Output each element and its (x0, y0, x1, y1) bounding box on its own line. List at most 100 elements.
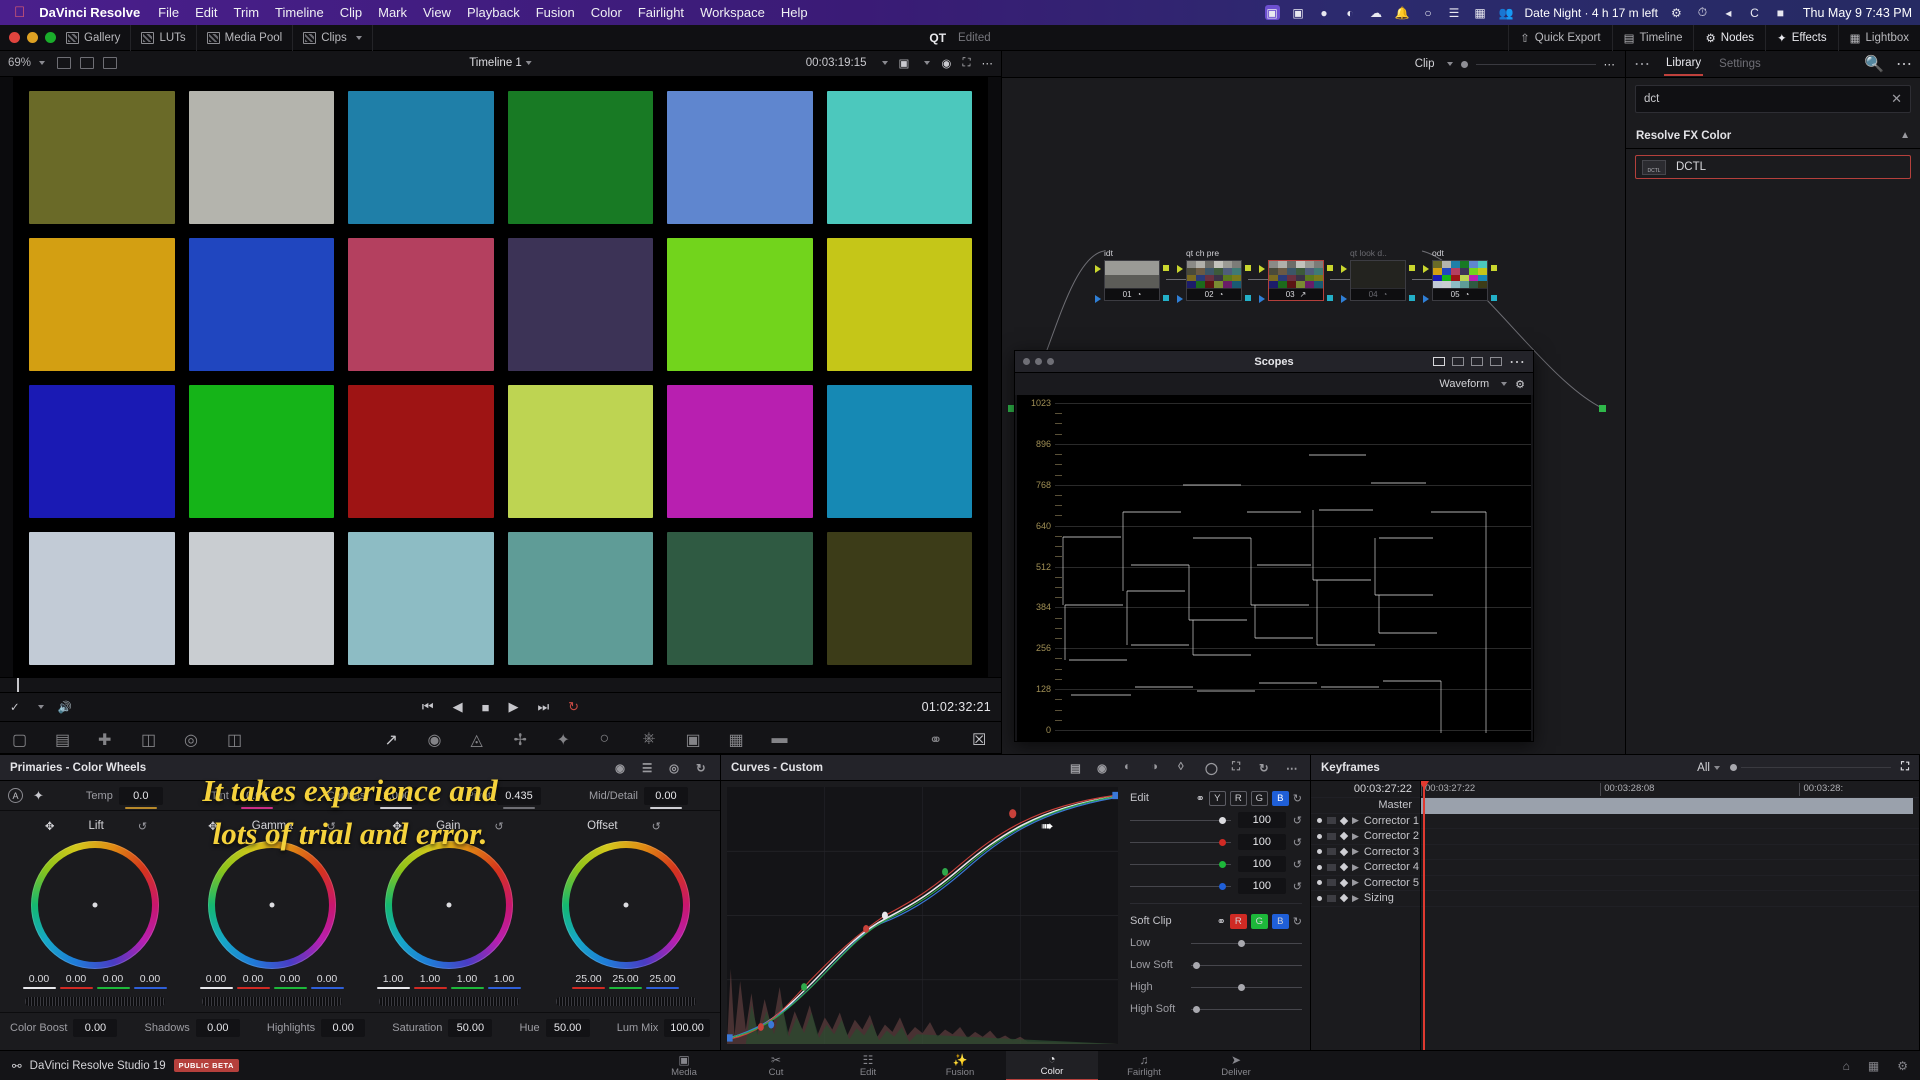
page-cut[interactable]: ✂Cut (730, 1051, 822, 1080)
list-icon[interactable]: ☰ (1447, 5, 1462, 20)
qualifier-palette-icon[interactable]: ◉ (428, 730, 445, 745)
audio-icon[interactable]: 🔊 (58, 700, 72, 714)
media-pool-button[interactable]: Media Pool (197, 25, 294, 51)
primaries-field-pivot[interactable]: Pivot0.435 (466, 787, 540, 805)
slider-track[interactable] (1191, 987, 1302, 988)
reset-wheel-icon[interactable]: ↺ (652, 820, 661, 833)
reset-slider-icon[interactable]: ↺ (1293, 814, 1302, 827)
stop-button[interactable]: ■ (482, 700, 490, 715)
curves-palette-icon[interactable]: ↗ (385, 730, 402, 745)
primaries-field-lum-mix[interactable]: Lum Mix100.00 (617, 1019, 710, 1037)
primaries-field-saturation[interactable]: Saturation50.00 (392, 1019, 492, 1037)
wheel-ring[interactable] (208, 841, 336, 969)
window-palette-icon[interactable]: ◬ (471, 730, 488, 745)
more-options-icon[interactable]: ⋯ (1286, 761, 1300, 775)
keyframe-lane[interactable] (1421, 860, 1919, 876)
node-01[interactable]: idt01◔ (1104, 248, 1160, 301)
slider-track[interactable] (1191, 965, 1302, 966)
wheel-ring[interactable] (562, 841, 690, 969)
time-machine-icon[interactable]: ⏱ (1695, 5, 1710, 20)
scope-settings-icon[interactable]: ⚙ (1515, 378, 1525, 391)
control-center-icon[interactable]: C (1747, 5, 1762, 20)
gallery-button[interactable]: Gallery (56, 25, 131, 51)
curve-slider-g[interactable]: 100↺ (1130, 853, 1302, 875)
soft-clip-high[interactable]: High (1130, 976, 1302, 998)
soft-clip-low[interactable]: Low (1130, 932, 1302, 954)
reset-soft-clip-icon[interactable]: ↻ (1293, 915, 1302, 928)
reset-wheel-icon[interactable]: ↺ (138, 820, 147, 833)
master-wheel-slider[interactable] (25, 997, 165, 1006)
effects-toggle-button[interactable]: ✦Effects (1765, 25, 1838, 51)
node-input-rgb[interactable] (1177, 265, 1183, 273)
menu-item-playback[interactable]: Playback (467, 5, 520, 20)
lum-vs-sat-icon[interactable]: ◊ (1178, 761, 1192, 775)
picker-wand-icon[interactable]: ✦ (33, 788, 44, 804)
field-value[interactable]: 50.00 (448, 1019, 492, 1037)
menu-item-timeline[interactable]: Timeline (275, 5, 324, 20)
wheel-value[interactable]: 0.00 (23, 973, 56, 989)
reset-wheel-icon[interactable]: ↺ (494, 820, 503, 833)
stabilizer-icon[interactable]: ▦ (729, 730, 746, 745)
slider-value[interactable]: 100 (1238, 856, 1286, 872)
timeline-mode-icon[interactable]: ▤ (55, 730, 72, 745)
clip-scope-label[interactable]: Clip (1415, 58, 1435, 70)
sizing-palette-icon[interactable]: ▣ (686, 730, 703, 745)
reset-slider-icon[interactable]: ↺ (1293, 880, 1302, 893)
chevron-right-icon[interactable]: ▶ (1352, 893, 1359, 904)
add-keyframe-icon[interactable] (1340, 817, 1348, 825)
log-wheels-mode-icon[interactable]: ◎ (669, 761, 683, 775)
soft-clip-high-soft[interactable]: High Soft (1130, 998, 1302, 1020)
record-icon[interactable]: ● (1317, 5, 1332, 20)
clip-mode-icon[interactable]: ▢ (12, 730, 29, 745)
data-burn-icon[interactable]: ▬ (772, 730, 789, 745)
node-input-rgb[interactable] (1341, 265, 1347, 273)
scopes-layout-4-icon[interactable] (1471, 357, 1483, 366)
notification-bell-icon[interactable]: 🔔 (1395, 5, 1410, 20)
channel-y-button[interactable]: Y (1209, 791, 1226, 806)
menu-item-fairlight[interactable]: Fairlight (638, 5, 684, 20)
contrast-icon[interactable]: ◐ (1343, 5, 1358, 20)
menu-item-edit[interactable]: Edit (195, 5, 217, 20)
keyframe-track-row[interactable]: ▶Corrector 1 (1311, 814, 1420, 830)
node-body[interactable]: 01◔ (1104, 260, 1160, 301)
add-keyframe-icon[interactable] (1340, 848, 1348, 856)
slider-track[interactable] (1191, 1009, 1302, 1010)
track-enable-dot[interactable] (1317, 849, 1322, 854)
nodes-toggle-button[interactable]: ⚙Nodes (1693, 25, 1765, 51)
color-wheel-gamma[interactable] (183, 841, 360, 969)
field-value[interactable]: 0.435 (497, 787, 541, 805)
field-value[interactable]: 50.00 (546, 1019, 590, 1037)
slider-track[interactable] (1130, 864, 1231, 865)
viewer-canvas[interactable] (0, 77, 1001, 677)
keyframe-track-row[interactable]: ▶Corrector 4 (1311, 860, 1420, 876)
wheel-handle[interactable] (92, 903, 97, 908)
users-icon[interactable]: 👥 (1499, 5, 1514, 20)
more-options-icon[interactable]: ⋯ (1604, 57, 1616, 71)
library-item-dctl[interactable]: DCTL DCTL (1635, 155, 1911, 179)
wheel-value[interactable]: 25.00 (572, 973, 605, 989)
node-body[interactable]: 05◔ (1432, 260, 1488, 301)
track-enable-dot[interactable] (1317, 880, 1322, 885)
disable-grade-icon[interactable]: ☒ (972, 730, 989, 745)
slider-track[interactable] (1130, 886, 1231, 887)
primaries-field-contrast[interactable]: Contrast1.000 (327, 787, 419, 805)
node-input-key[interactable] (1423, 295, 1429, 303)
keyframes-ruler[interactable]: 00:03:27:2200:03:28:0800:03:28: (1421, 781, 1919, 798)
bypass-color-icon[interactable]: ⚭ (929, 730, 946, 745)
chevron-down-icon[interactable] (1501, 382, 1507, 386)
primaries-field-color-boost[interactable]: Color Boost0.00 (10, 1019, 117, 1037)
key-palette-icon[interactable]: ⎈ (643, 730, 660, 745)
reset-slider-icon[interactable]: ↺ (1293, 836, 1302, 849)
add-keyframe-icon[interactable] (1340, 894, 1348, 902)
soft-clip-g-button[interactable]: G (1251, 914, 1268, 929)
slider-knob[interactable] (1238, 984, 1245, 991)
hue-vs-lum-icon[interactable]: ◑ (1151, 761, 1165, 775)
chevron-up-icon[interactable]: ▲ (1900, 130, 1910, 141)
chevron-down-icon[interactable] (1714, 766, 1720, 770)
wheel-picker-icon[interactable]: ✥ (392, 819, 402, 833)
slider-knob[interactable] (1219, 817, 1226, 824)
keyframe-lane[interactable] (1421, 876, 1919, 892)
more-options-icon[interactable]: ⋯ (1509, 352, 1525, 372)
window-controls[interactable] (0, 32, 56, 43)
maximize-window-button[interactable] (45, 32, 56, 43)
